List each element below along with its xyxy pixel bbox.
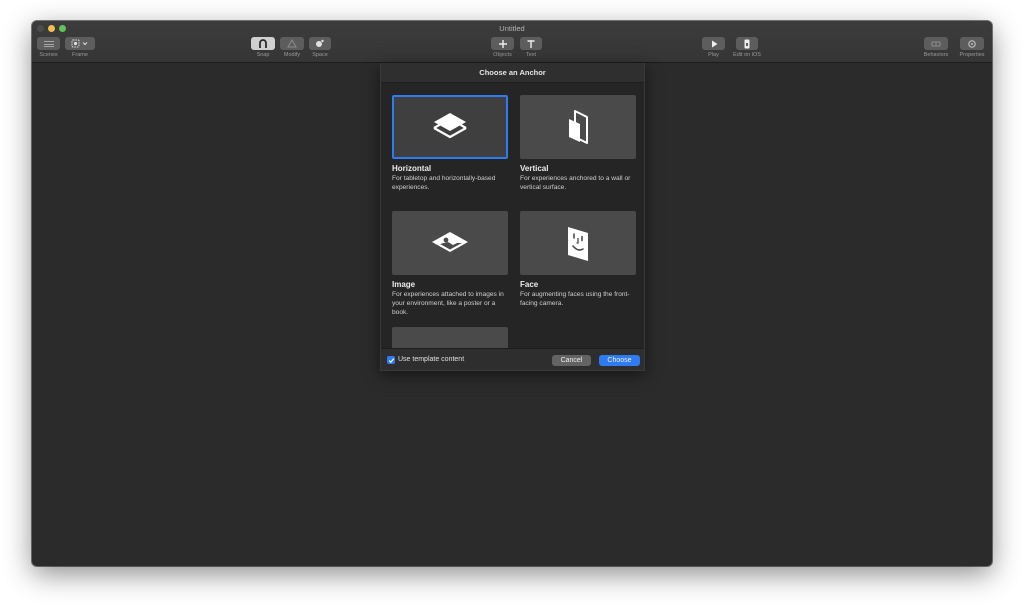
horizontal-plane-icon	[433, 113, 467, 139]
anchor-card-image[interactable]: Image For experiences attached to images…	[392, 211, 508, 317]
window-title: Untitled	[499, 24, 525, 33]
dialog-footer: Use template content Cancel Choose	[381, 348, 644, 370]
anchor-grid[interactable]: Horizontal For tabletop and horizontally…	[381, 84, 646, 348]
anchor-thumbnail[interactable]	[392, 95, 508, 159]
gear-icon	[968, 39, 976, 48]
frame-icon	[71, 39, 88, 48]
snap-label: Snap	[256, 52, 270, 58]
frame-button[interactable]	[65, 37, 95, 50]
anchor-description: For tabletop and horizontally-based expe…	[392, 175, 496, 191]
magnet-icon	[259, 39, 267, 48]
choose-anchor-dialog: Choose an Anchor Horizontal For tabletop…	[380, 63, 645, 371]
text-icon	[527, 39, 535, 48]
anchor-thumbnail[interactable]	[520, 211, 636, 275]
scenes-button[interactable]	[37, 37, 60, 50]
list-icon	[43, 40, 54, 47]
play-button[interactable]	[702, 37, 725, 50]
behaviors-icon	[931, 41, 941, 46]
anchor-card-horizontal[interactable]: Horizontal For tabletop and horizontally…	[392, 95, 508, 192]
anchor-name: Vertical	[520, 164, 549, 173]
anchor-name: Face	[520, 280, 539, 289]
anchor-card-vertical[interactable]: Vertical For experiences anchored to a w…	[520, 95, 636, 192]
space-label: Space	[312, 52, 328, 58]
behaviors-label: Behaviors	[923, 52, 949, 58]
image-anchor-icon	[432, 232, 468, 252]
modify-label: Modify	[283, 52, 301, 58]
device-icon	[744, 39, 750, 48]
cancel-button[interactable]: Cancel	[552, 355, 591, 366]
anchor-thumbnail[interactable]	[520, 95, 636, 159]
space-icon	[316, 39, 324, 47]
modify-button[interactable]	[280, 37, 304, 50]
objects-label: Objects	[493, 52, 512, 58]
use-template-checkbox[interactable]	[387, 356, 395, 364]
frame-label: Frame	[72, 52, 88, 58]
behaviors-button[interactable]	[924, 37, 948, 50]
anchor-description: For experiences attached to images in yo…	[392, 291, 504, 316]
text-button[interactable]	[520, 37, 542, 50]
play-label: Play	[708, 52, 719, 58]
anchor-card-face[interactable]: Face For augmenting faces using the fron…	[520, 211, 636, 308]
snap-button[interactable]	[251, 37, 275, 50]
dialog-title: Choose an Anchor	[381, 63, 644, 83]
anchor-description: For experiences anchored to a wall or ve…	[520, 175, 631, 191]
anchor-thumbnail[interactable]	[392, 211, 508, 275]
scenes-label: Scenes	[39, 52, 58, 58]
play-icon	[711, 40, 717, 47]
edit-on-ios-button[interactable]	[736, 37, 758, 50]
choose-button[interactable]: Choose	[599, 355, 640, 366]
checkmark-icon	[388, 357, 394, 363]
vertical-plane-icon	[569, 110, 588, 144]
anchor-thumbnail[interactable]	[392, 327, 508, 348]
plus-icon	[498, 39, 507, 48]
text-label: Text	[525, 52, 537, 58]
anchor-card-object[interactable]	[392, 327, 508, 348]
title-bar: Untitled Scenes Frame Snap Modify Space …	[32, 21, 992, 63]
modify-icon	[287, 39, 297, 48]
app-window: Untitled Scenes Frame Snap Modify Space …	[32, 21, 992, 566]
use-template-label[interactable]: Use template content	[398, 356, 464, 363]
anchor-description: For augmenting faces using the front-fac…	[520, 291, 630, 307]
objects-button[interactable]	[491, 37, 514, 50]
properties-button[interactable]	[960, 37, 984, 50]
properties-label: Properties	[959, 52, 985, 58]
anchor-name: Image	[392, 280, 416, 289]
anchor-name: Horizontal	[392, 164, 432, 173]
space-button[interactable]	[309, 37, 331, 50]
face-anchor-icon	[568, 227, 588, 261]
edit-on-ios-label: Edit on iOS	[733, 52, 761, 58]
